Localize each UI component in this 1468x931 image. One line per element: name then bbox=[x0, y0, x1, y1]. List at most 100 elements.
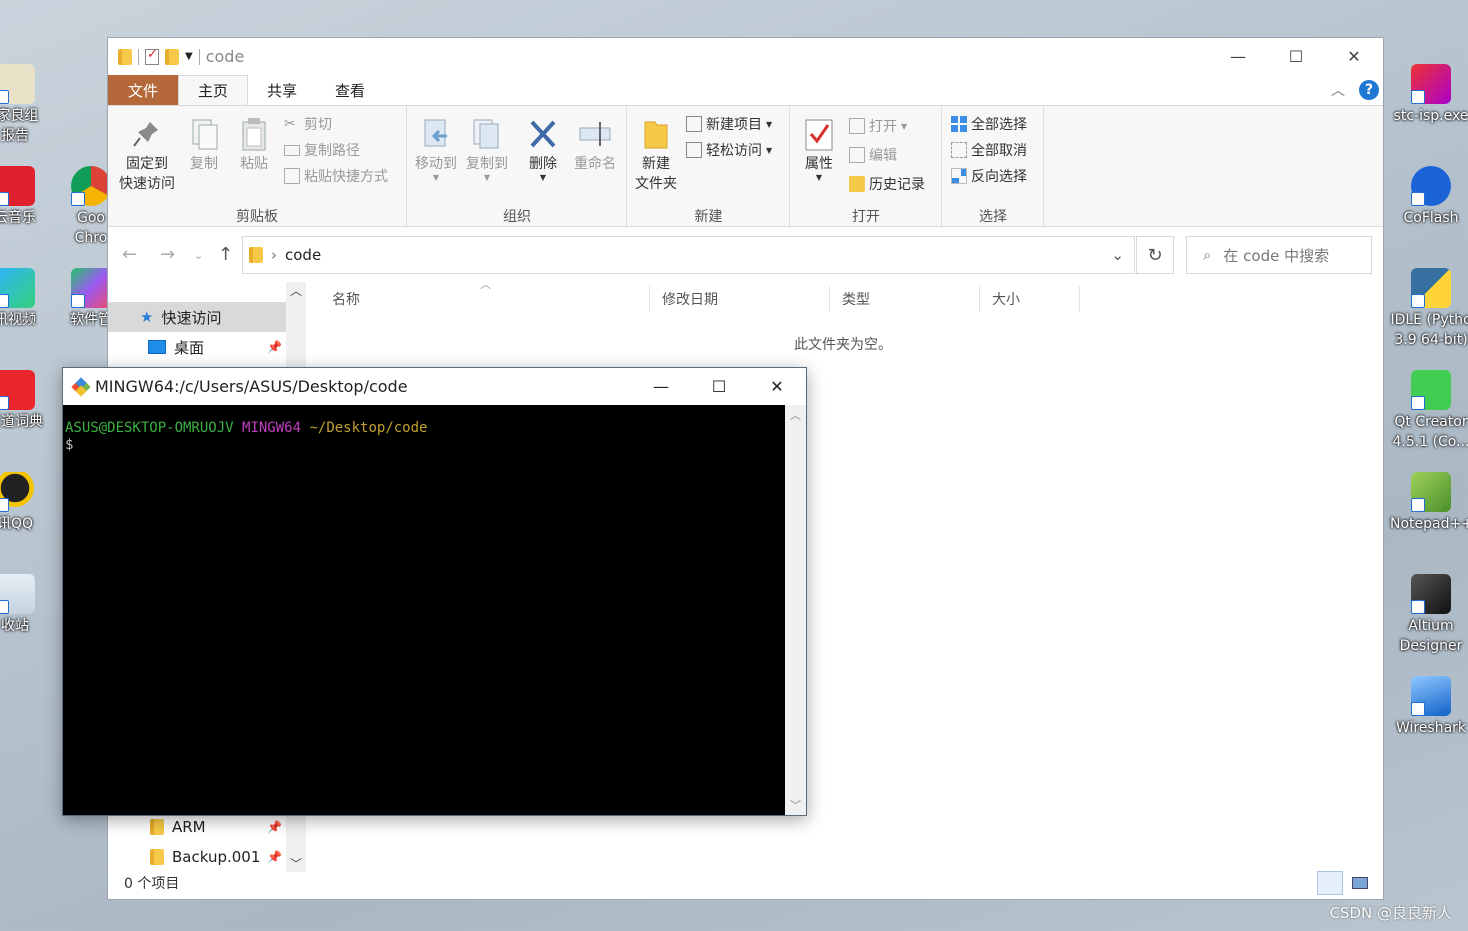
select-none-button[interactable]: 全部取消 bbox=[951, 140, 1027, 160]
group-label-open: 打开 bbox=[852, 209, 880, 225]
select-all-button[interactable]: 全部选择 bbox=[951, 114, 1027, 134]
address-bar[interactable]: › code ⌄ bbox=[242, 236, 1135, 274]
ribbon-tabs: 文件 主页 共享 查看 ︿ ? bbox=[108, 75, 1383, 105]
easy-access-button[interactable]: 轻松访问 ▼ bbox=[686, 140, 772, 160]
nav-item-desktop[interactable]: 桌面 📌 bbox=[108, 332, 286, 362]
up-arrow-icon[interactable]: ↑ bbox=[218, 244, 233, 265]
open-label: 打开 bbox=[869, 119, 897, 135]
desktop-icon-wireshark[interactable]: Wireshark bbox=[1390, 676, 1468, 738]
customize-qat-chevron-icon[interactable]: ▼ bbox=[185, 51, 193, 62]
forward-arrow-icon[interactable]: → bbox=[160, 244, 175, 265]
move-to-button[interactable]: 移动到 ▼ bbox=[412, 116, 460, 182]
tab-file[interactable]: 文件 bbox=[108, 75, 178, 105]
column-header-name[interactable]: 名称 bbox=[320, 286, 650, 312]
ribbon-group-clipboard: 固定到 快速访问 复制 粘贴 ✂ 剪切 复制路径 粘贴快捷方式 剪贴板 bbox=[108, 106, 407, 228]
desktop-icon-label: 讯QQ bbox=[0, 516, 34, 532]
paste-button[interactable]: 粘贴 bbox=[234, 116, 274, 174]
close-button[interactable]: ✕ bbox=[748, 368, 806, 405]
breadcrumb-current[interactable]: code bbox=[285, 246, 321, 264]
desktop-icon-stc-isp[interactable]: stc-isp.exe bbox=[1390, 64, 1468, 126]
back-arrow-icon[interactable]: ← bbox=[122, 244, 137, 265]
prompt-path: ~/Desktop/code bbox=[309, 420, 428, 436]
new-folder-button[interactable]: 新建 文件夹 bbox=[632, 116, 680, 194]
tab-home[interactable]: 主页 bbox=[178, 75, 249, 105]
terminal-scrollbar[interactable]: ︿ ﹀ bbox=[785, 405, 806, 815]
pin-icon[interactable]: 📌 bbox=[267, 340, 282, 354]
open-button[interactable]: 打开 ▼ bbox=[849, 116, 907, 136]
refresh-button[interactable]: ↻ bbox=[1136, 236, 1174, 274]
search-input[interactable]: ⌕ 在 code 中搜索 bbox=[1186, 236, 1372, 274]
maximize-button[interactable]: ☐ bbox=[1267, 38, 1325, 74]
scroll-up-chevron-icon[interactable]: ︿ bbox=[785, 407, 806, 423]
invert-selection-label: 反向选择 bbox=[971, 169, 1027, 185]
rename-button[interactable]: 重命名 bbox=[570, 116, 620, 174]
desktop-icon-cloud-music[interactable]: 云音乐 bbox=[0, 166, 56, 228]
minimize-button[interactable]: — bbox=[632, 368, 690, 405]
pin-quick-access-button[interactable]: 固定到 快速访问 bbox=[114, 116, 180, 194]
copy-path-button[interactable]: 复制路径 bbox=[284, 140, 360, 160]
desktop-icon-qt-creator[interactable]: Qt Creator 4.5.1 (Co... bbox=[1390, 370, 1468, 452]
help-icon[interactable]: ? bbox=[1359, 80, 1379, 100]
properties-button[interactable]: 属性 ▼ bbox=[799, 116, 839, 182]
column-header-size[interactable]: 大小 bbox=[980, 286, 1080, 312]
tab-share[interactable]: 共享 bbox=[248, 75, 316, 105]
tab-view[interactable]: 查看 bbox=[316, 75, 384, 105]
chevron-down-icon: ▼ bbox=[766, 145, 773, 155]
ribbon-group-new: 新建 文件夹 新建项目 ▼ 轻松访问 ▼ 新建 bbox=[628, 106, 790, 228]
edit-label: 编辑 bbox=[869, 148, 897, 164]
terminal-output[interactable]: ASUS@DESKTOP-OMRUOJV MINGW64 ~/Desktop/c… bbox=[63, 405, 785, 815]
pin-icon[interactable]: 📌 bbox=[267, 850, 282, 864]
rename-label: 重命名 bbox=[574, 156, 616, 172]
cut-label: 剪切 bbox=[304, 117, 332, 133]
group-label-select: 选择 bbox=[979, 209, 1007, 225]
nav-item-arm[interactable]: ARM 📌 bbox=[108, 812, 286, 842]
column-header-date[interactable]: 修改日期 bbox=[650, 286, 830, 312]
new-folder-icon[interactable] bbox=[165, 48, 179, 65]
scroll-down-chevron-icon[interactable]: ﹀ bbox=[785, 797, 806, 813]
desktop-icon-notepadpp[interactable]: Notepad++ bbox=[1390, 472, 1468, 534]
pin-icon[interactable]: 📌 bbox=[267, 820, 282, 834]
desktop-icon-altium[interactable]: Altium Designer bbox=[1390, 574, 1468, 656]
desktop-icon-tencent-video[interactable]: 讯视频 bbox=[0, 268, 56, 330]
delete-button[interactable]: 删除 ▼ bbox=[522, 116, 564, 182]
new-folder-icon bbox=[639, 116, 673, 152]
recent-chevron-down-icon[interactable]: ⌄ bbox=[194, 249, 203, 262]
chevron-down-icon: ▼ bbox=[901, 121, 908, 131]
large-icons-view-button[interactable] bbox=[1347, 871, 1373, 895]
desktop-icon-youdao[interactable]: 有道词典 bbox=[0, 370, 56, 432]
desktop-icon-qq[interactable]: 讯QQ bbox=[0, 472, 56, 534]
chevron-down-icon: ▼ bbox=[815, 173, 823, 182]
history-button[interactable]: 历史记录 bbox=[849, 174, 925, 194]
collapse-ribbon-chevron-icon[interactable]: ︿ bbox=[1331, 80, 1345, 100]
qt-creator-icon bbox=[1411, 370, 1451, 410]
properties-check-icon[interactable] bbox=[145, 47, 159, 65]
edit-button[interactable]: 编辑 bbox=[849, 145, 897, 165]
minimize-button[interactable]: — bbox=[1209, 38, 1267, 74]
copy-to-button[interactable]: 复制到 ▼ bbox=[462, 116, 512, 182]
chrome-icon bbox=[71, 166, 111, 206]
desktop-icon-idle-python[interactable]: IDLE (Pytho 3.9 64-bit) bbox=[1390, 268, 1468, 350]
explorer-titlebar[interactable]: ▼ code — ☐ ✕ bbox=[108, 38, 1383, 74]
maximize-button[interactable]: ☐ bbox=[690, 368, 748, 405]
desktop-icon-coflash[interactable]: CoFlash bbox=[1390, 166, 1468, 228]
group-label-clipboard: 剪贴板 bbox=[236, 209, 278, 225]
breadcrumb-chevron-icon[interactable]: › bbox=[271, 246, 277, 264]
scroll-down-chevron-icon[interactable]: ﹀ bbox=[286, 855, 306, 872]
new-item-button[interactable]: 新建项目 ▼ bbox=[686, 114, 772, 134]
chevron-down-icon: ▼ bbox=[432, 173, 440, 182]
close-button[interactable]: ✕ bbox=[1325, 38, 1383, 74]
desktop-icon-label: 云音乐 bbox=[0, 210, 36, 226]
paste-shortcut-button[interactable]: 粘贴快捷方式 bbox=[284, 166, 388, 186]
column-header-type[interactable]: 类型 bbox=[830, 286, 980, 312]
desktop-icon-recycle-bin[interactable]: 收站 bbox=[0, 574, 56, 636]
cut-button[interactable]: ✂ 剪切 bbox=[284, 114, 332, 134]
nav-item-backup[interactable]: Backup.001 📌 bbox=[108, 842, 286, 872]
nav-item-quick-access[interactable]: ★ 快速访问 bbox=[108, 302, 286, 332]
scroll-up-chevron-icon[interactable]: ︿ bbox=[286, 282, 306, 299]
csdn-watermark: CSDN @良良新人 bbox=[1329, 904, 1452, 922]
desktop-icon-report[interactable]: |家良组 报告 bbox=[0, 64, 56, 146]
copy-button[interactable]: 复制 bbox=[184, 116, 224, 174]
invert-selection-button[interactable]: 反向选择 bbox=[951, 166, 1027, 186]
address-dropdown-chevron-icon[interactable]: ⌄ bbox=[1111, 246, 1124, 264]
details-view-button[interactable] bbox=[1317, 871, 1343, 895]
